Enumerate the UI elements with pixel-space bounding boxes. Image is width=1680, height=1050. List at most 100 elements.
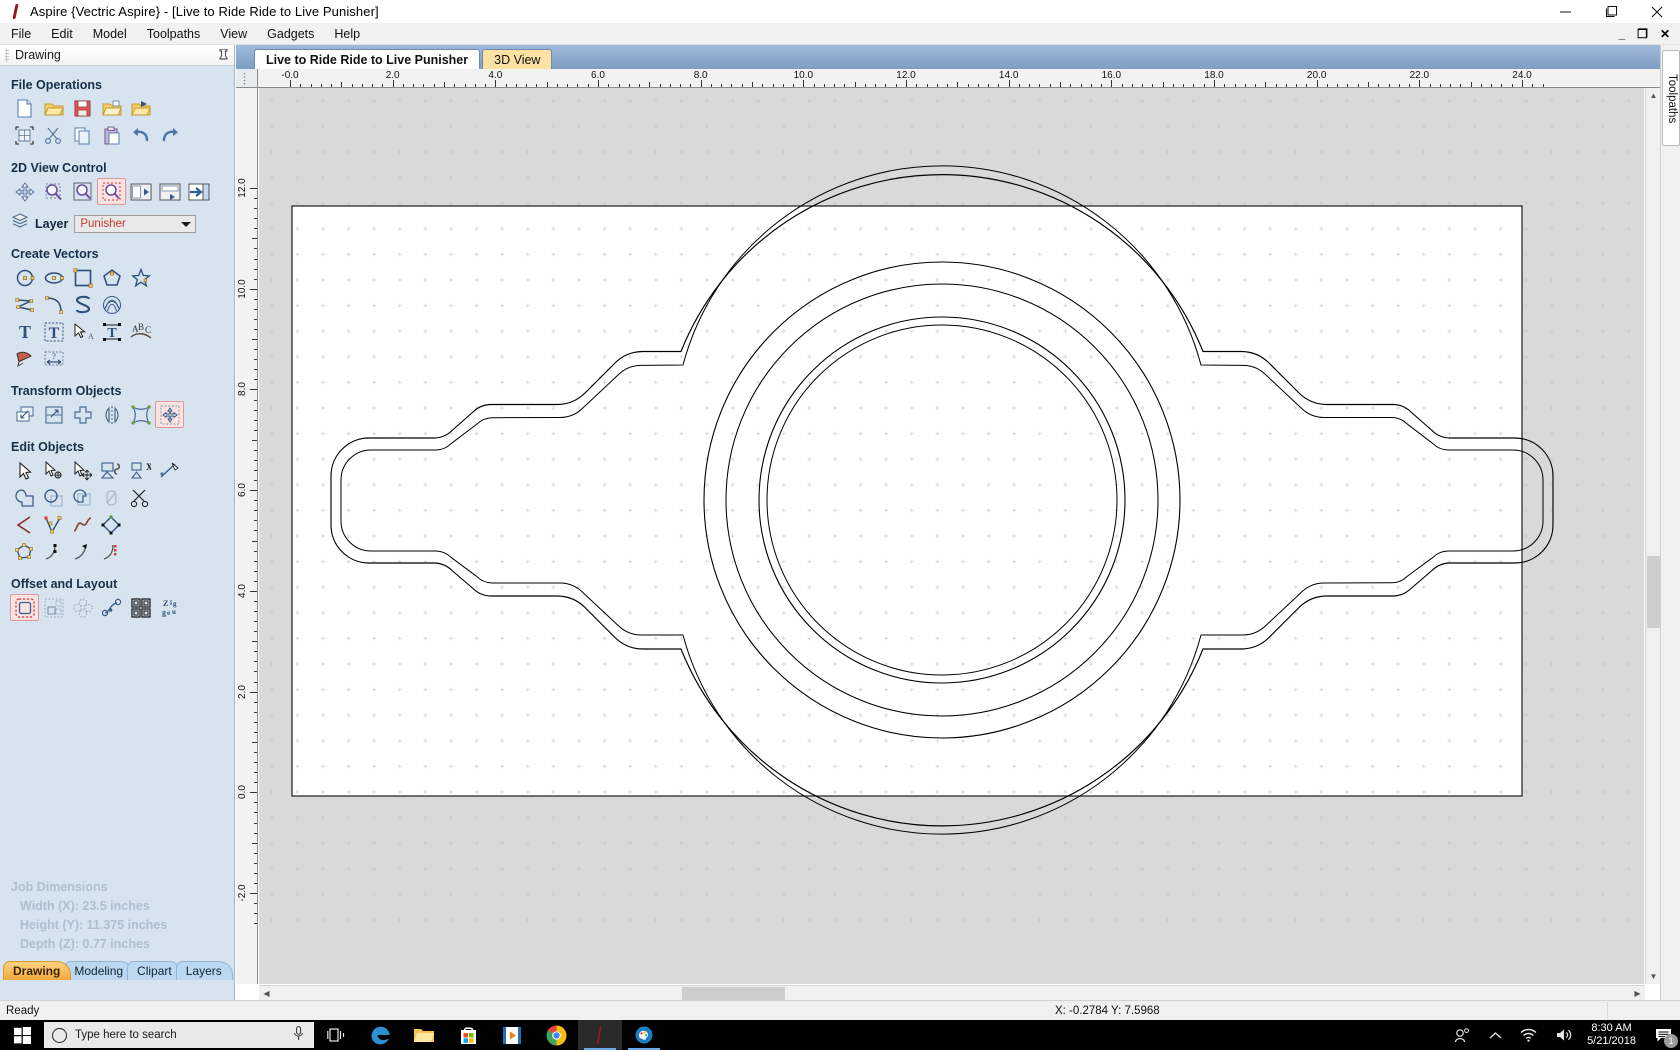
toolpaths-tab[interactable]: Toolpaths	[1662, 50, 1680, 146]
scroll-down-icon[interactable]: ▼	[1646, 969, 1661, 984]
chevron-up-icon[interactable]	[1480, 1031, 1511, 1040]
join-vectors-icon[interactable]	[97, 457, 126, 484]
intersect-icon[interactable]	[68, 484, 97, 511]
volume-icon[interactable]	[1546, 1028, 1581, 1042]
nesting-icon[interactable]	[126, 594, 155, 621]
panel-tab-layers[interactable]: Layers	[175, 961, 233, 980]
zoom-extents-icon[interactable]	[155, 178, 184, 205]
smooth-curve-icon[interactable]	[68, 511, 97, 538]
minimize-button[interactable]	[1542, 0, 1588, 23]
circle-icon[interactable]	[10, 264, 39, 291]
array-copy-icon[interactable]	[39, 594, 68, 621]
mdi-minimize-button[interactable]: _	[1618, 28, 1625, 40]
point-editor-icon[interactable]	[10, 538, 39, 565]
menu-model[interactable]: Model	[84, 24, 136, 44]
close-button[interactable]	[1634, 0, 1680, 23]
horizontal-scroll-thumb[interactable]	[682, 987, 785, 1000]
close-vector-icon[interactable]: X	[126, 457, 155, 484]
open-recent-icon[interactable]	[97, 95, 126, 122]
search-input[interactable]: Type here to search	[44, 1022, 314, 1048]
text-icon[interactable]: T	[10, 318, 39, 345]
save-icon[interactable]	[68, 95, 97, 122]
document-tab-3d-view[interactable]: 3D View	[482, 49, 553, 69]
panel-grip[interactable]	[5, 48, 9, 62]
trace-bitmap-icon[interactable]	[10, 345, 39, 372]
paste-icon[interactable]	[97, 122, 126, 149]
text-wrap-icon[interactable]: Ziggeu	[155, 594, 184, 621]
node-edit-icon[interactable]	[39, 457, 68, 484]
panel-tab-drawing[interactable]: Drawing	[3, 961, 72, 980]
split-node-icon[interactable]	[97, 538, 126, 565]
measure-icon[interactable]	[155, 457, 184, 484]
cut-icon[interactable]	[39, 122, 68, 149]
menu-edit[interactable]: Edit	[42, 24, 82, 44]
offset-icon[interactable]	[10, 594, 39, 621]
chrome-icon[interactable]	[534, 1020, 578, 1050]
scroll-right-icon[interactable]: ▶	[1630, 986, 1645, 1001]
wifi-icon[interactable]	[1511, 1028, 1546, 1042]
reverse-direction-icon[interactable]	[68, 538, 97, 565]
text-box-icon[interactable]: T	[39, 318, 68, 345]
open-folder-icon[interactable]	[39, 95, 68, 122]
mirror-icon[interactable]	[97, 401, 126, 428]
vector-drawing[interactable]	[259, 88, 1644, 930]
arc-icon[interactable]	[39, 291, 68, 318]
scroll-left-icon[interactable]: ◀	[259, 986, 274, 1001]
mdi-restore-button[interactable]: ❐	[1637, 28, 1648, 40]
microphone-icon[interactable]	[293, 1026, 304, 1044]
copy-icon[interactable]	[68, 122, 97, 149]
pin-icon[interactable]	[219, 48, 228, 64]
zoom-selected-icon[interactable]	[68, 178, 97, 205]
file-explorer-icon[interactable]	[402, 1020, 446, 1050]
polyline-icon[interactable]	[10, 291, 39, 318]
windows-start-icon[interactable]	[0, 1020, 44, 1050]
menu-toolpaths[interactable]: Toolpaths	[138, 24, 210, 44]
menu-view[interactable]: View	[211, 24, 256, 44]
chevron-down-icon[interactable]	[181, 221, 192, 227]
media-player-icon[interactable]	[490, 1020, 534, 1050]
drawing-canvas[interactable]	[259, 88, 1644, 984]
circular-copy-icon[interactable]	[68, 594, 97, 621]
move-nodes-icon[interactable]	[68, 457, 97, 484]
notification-icon[interactable]: 1	[1646, 1020, 1680, 1050]
scroll-up-icon[interactable]: ▲	[1646, 88, 1661, 103]
menu-file[interactable]: File	[2, 24, 40, 44]
undo-icon[interactable]	[126, 122, 155, 149]
menu-help[interactable]: Help	[325, 24, 369, 44]
zoom-window-icon[interactable]	[39, 178, 68, 205]
pan-icon[interactable]	[10, 178, 39, 205]
view-toggle-icon[interactable]	[184, 178, 213, 205]
scale-icon[interactable]	[39, 401, 68, 428]
zoom-box-icon[interactable]	[97, 178, 126, 205]
mdi-close-button[interactable]: ✕	[1660, 28, 1670, 40]
subtract-icon[interactable]	[39, 484, 68, 511]
copy-along-curve-icon[interactable]	[97, 594, 126, 621]
node-tools-icon[interactable]	[39, 511, 68, 538]
select-all-icon[interactable]	[10, 122, 39, 149]
edge-icon[interactable]	[358, 1020, 402, 1050]
curve-icon[interactable]	[68, 291, 97, 318]
new-file-icon[interactable]	[10, 95, 39, 122]
dimension-icon[interactable]: ?	[39, 345, 68, 372]
rectangle-icon[interactable]	[68, 264, 97, 291]
import-icon[interactable]	[126, 95, 155, 122]
taskbar-clock[interactable]: 8:30 AM 5/21/2018	[1581, 1022, 1646, 1048]
redo-icon[interactable]	[155, 122, 184, 149]
spiral-icon[interactable]	[97, 291, 126, 318]
start-node-icon[interactable]	[39, 538, 68, 565]
fillet-icon[interactable]	[10, 511, 39, 538]
zoom-drawing-icon[interactable]	[126, 178, 155, 205]
vectric-aspire-icon[interactable]	[578, 1020, 622, 1050]
text-select-icon[interactable]: AB	[68, 318, 97, 345]
microsoft-store-icon[interactable]	[446, 1020, 490, 1050]
weld-icon[interactable]	[10, 484, 39, 511]
ellipse-icon[interactable]	[39, 264, 68, 291]
text-transform-icon[interactable]: T	[97, 318, 126, 345]
distort-icon[interactable]	[126, 401, 155, 428]
trim-icon[interactable]	[126, 484, 155, 511]
ruler-corner[interactable]	[236, 69, 258, 87]
star-icon[interactable]	[126, 264, 155, 291]
vertical-scrollbar[interactable]: ▲ ▼	[1645, 88, 1660, 984]
horizontal-scrollbar[interactable]: ◀ ▶	[259, 985, 1645, 1000]
fill-icon[interactable]	[97, 484, 126, 511]
